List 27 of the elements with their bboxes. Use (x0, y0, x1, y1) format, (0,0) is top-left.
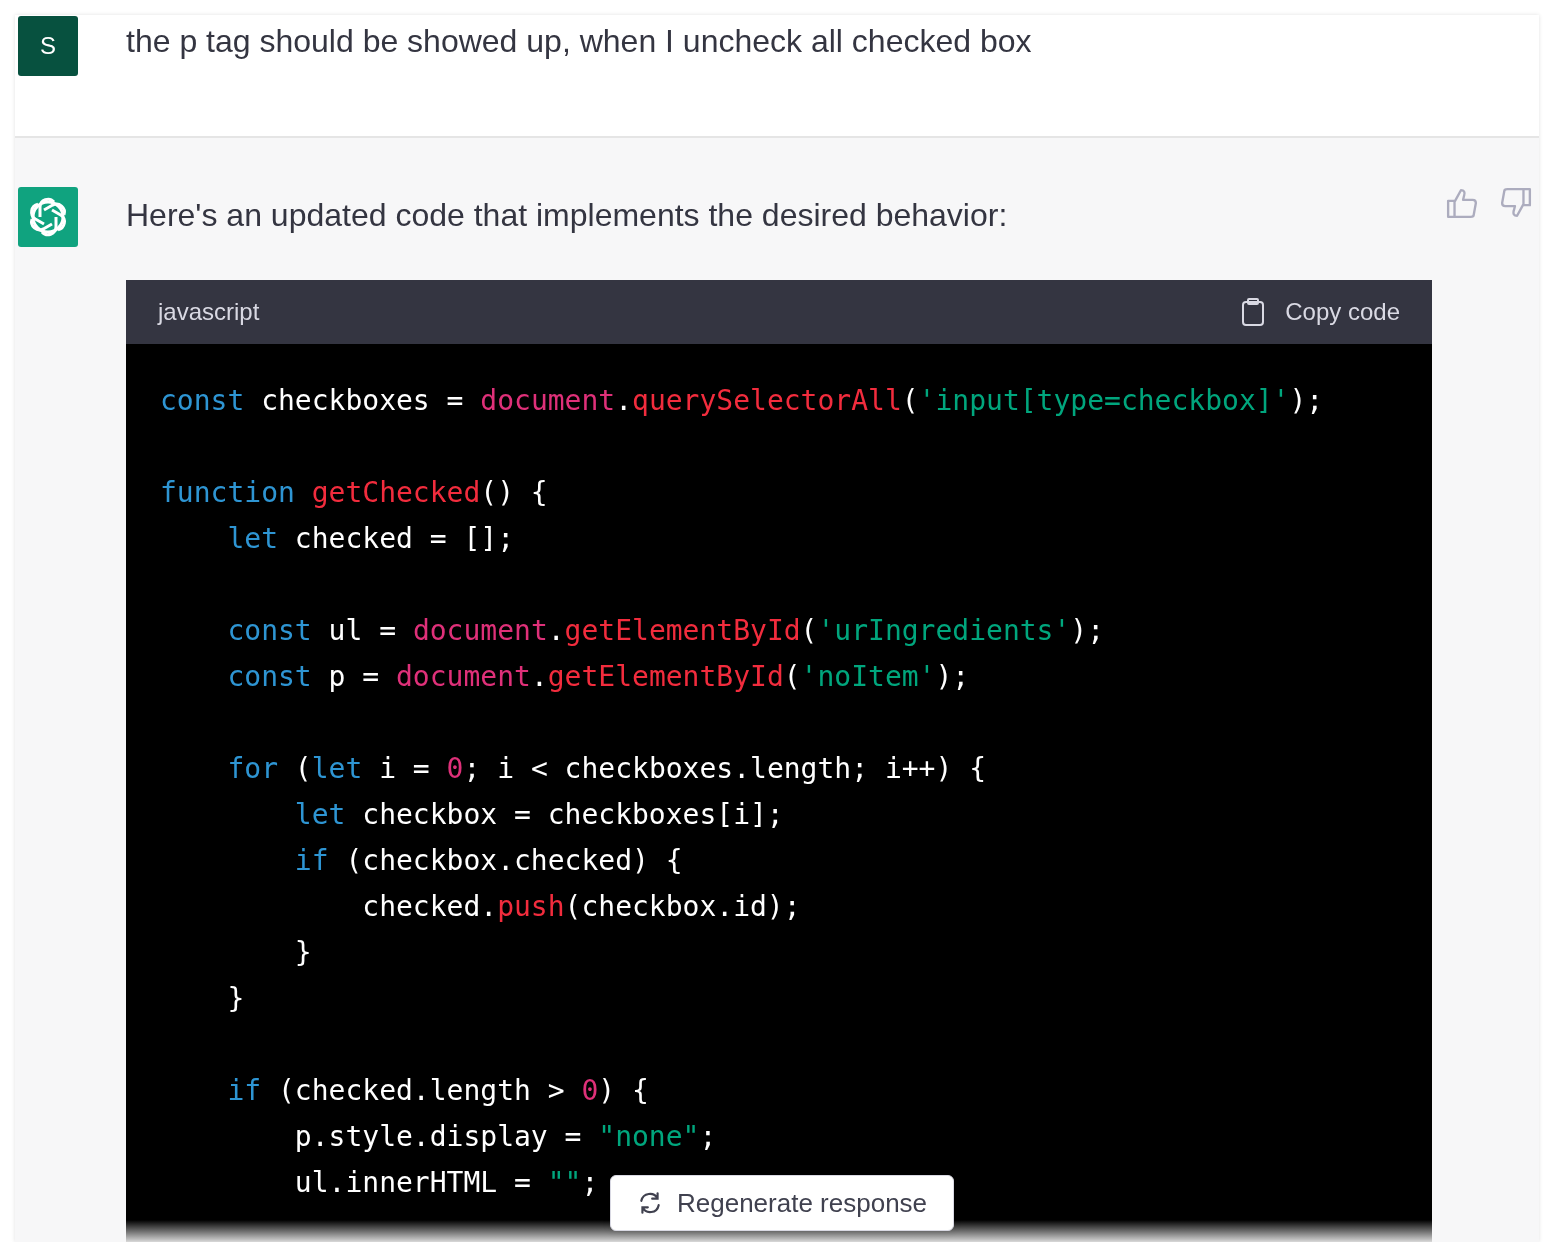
copy-code-button[interactable]: Copy code (1241, 298, 1400, 326)
code-line: let checkbox = checkboxes[i]; (294, 797, 784, 833)
clipboard-icon (1241, 298, 1266, 326)
code-line: let checked = []; (227, 521, 514, 557)
assistant-logo-icon (18, 187, 78, 247)
code-line: for (let i = 0; i < checkboxes.length; i++) { (227, 751, 987, 787)
thumbs-up-icon (1446, 187, 1478, 219)
code-line: p.style.display = "none"; (294, 1119, 717, 1155)
user-avatar: S (18, 16, 78, 76)
refresh-icon (637, 1190, 663, 1216)
code-line: function getChecked() { (160, 475, 548, 511)
regenerate-button[interactable]: Regenerate response (610, 1175, 955, 1231)
message-text: Here's an updated code that implements the desired behavior: (126, 196, 1009, 235)
thumbs-down-icon (1500, 187, 1532, 219)
code-line: const checkboxes = document.querySelectorAll('input[type=checkbox]'); (160, 383, 1324, 419)
message-text: the p tag should be showed up, when I uncheck all checked box (126, 22, 1033, 61)
code-line: } (227, 981, 245, 1017)
thumbs-down-button[interactable] (1500, 187, 1532, 219)
code-line: if (checkbox.checked) { (294, 843, 683, 879)
code-line: const ul = document.getElementById('urIngredients'); (227, 613, 1105, 649)
code-line: } (294, 935, 312, 971)
language-label: javascript (158, 298, 260, 326)
code-line: if (checked.length > 0) { (227, 1073, 649, 1109)
thumbs-up-button[interactable] (1446, 187, 1478, 219)
code-line: checked.push(checkbox.id); (362, 889, 801, 925)
code-line: ul.innerHTML = ""; (294, 1165, 599, 1201)
code-line: const p = document.getElementById('noItem'); (227, 659, 970, 695)
